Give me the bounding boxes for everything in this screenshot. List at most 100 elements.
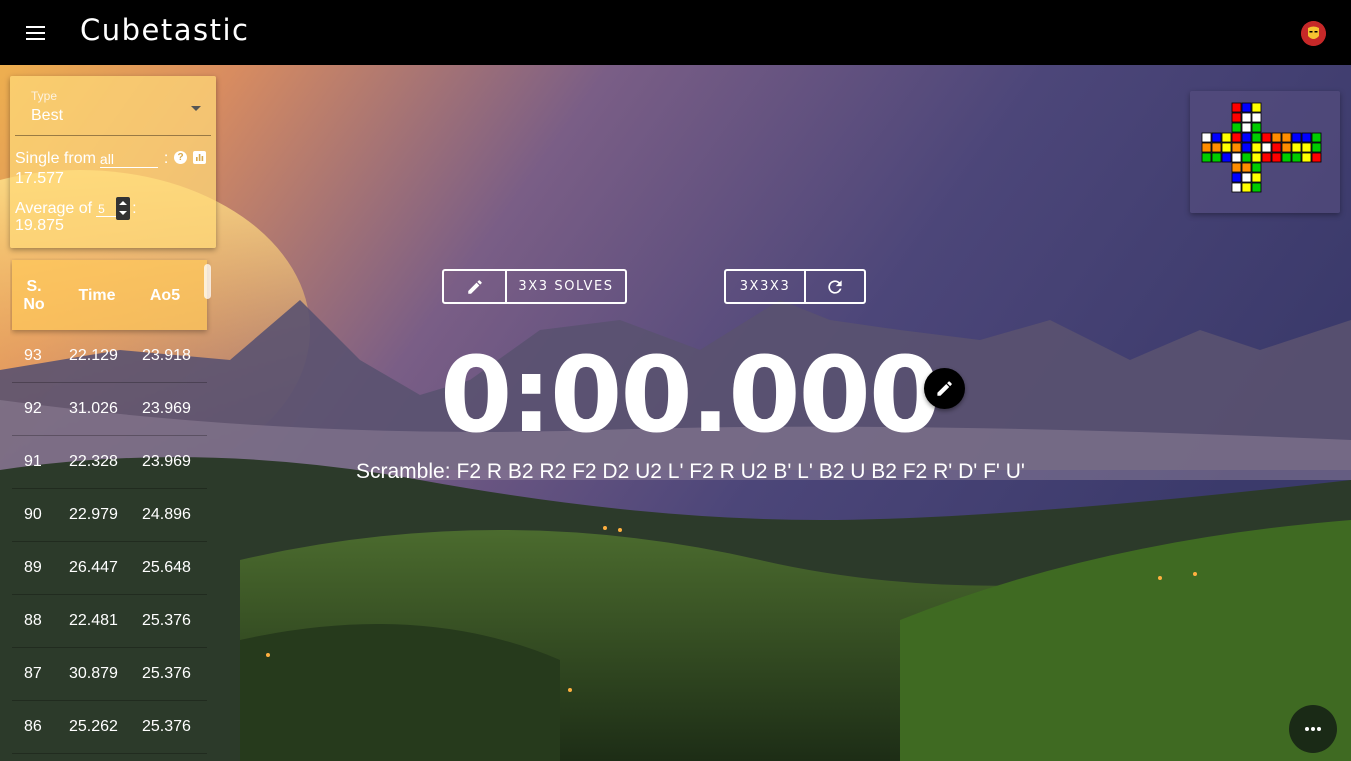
header-sno[interactable]: S. No	[18, 278, 50, 314]
cube-sticker-u	[1231, 102, 1242, 113]
avatar[interactable]	[1301, 21, 1326, 46]
cube-sticker-f	[1231, 152, 1242, 163]
cell-ao5: 23.969	[142, 453, 191, 470]
cube-sticker-u	[1231, 112, 1242, 123]
average-label: Average of	[15, 199, 93, 217]
refresh-icon	[828, 279, 842, 294]
cell-ao5: 25.376	[142, 612, 191, 629]
cube-sticker-l	[1201, 142, 1212, 153]
average-best-value: 19.875	[15, 217, 64, 234]
average-count-input[interactable]: 5	[96, 201, 117, 217]
help-circle-icon[interactable]: ?	[174, 151, 187, 164]
cube-sticker-l	[1221, 152, 1232, 163]
cube-sticker-b	[1301, 152, 1312, 163]
cube-sticker-d	[1251, 172, 1262, 183]
cube-sticker-r	[1281, 132, 1292, 143]
table-row[interactable]: 91 22.328 23.969	[12, 436, 207, 489]
cell-time: 22.328	[69, 453, 118, 470]
cube-sticker-f	[1251, 142, 1262, 153]
type-label: Type	[31, 89, 58, 103]
cell-ao5: 23.969	[142, 400, 191, 417]
cube-sticker-u	[1251, 112, 1262, 123]
cube-sticker-u	[1251, 102, 1262, 113]
cell-time: 31.026	[69, 400, 118, 417]
cell-time: 22.481	[69, 612, 118, 629]
cube-sticker-b	[1291, 152, 1302, 163]
average-count-stepper[interactable]	[116, 197, 131, 220]
puzzle-type-button[interactable]: 3X3X3	[726, 271, 804, 302]
table-scrollbar[interactable]	[204, 264, 211, 299]
cube-sticker-r	[1271, 152, 1282, 163]
table-row[interactable]: 92 31.026 23.969	[12, 383, 207, 436]
table-row[interactable]: 90 22.979 24.896	[12, 489, 207, 542]
edit-time-button[interactable]	[924, 368, 965, 409]
cube-sticker-u	[1241, 102, 1252, 113]
cube-sticker-b	[1301, 132, 1312, 143]
table-body: 93 22.129 23.918 92 31.026 23.969 91 22.328 23…	[12, 330, 207, 754]
cube-net	[1201, 102, 1322, 193]
app-bar: Cubetastic	[0, 0, 1351, 65]
cube-sticker-f	[1251, 152, 1262, 163]
cell-time: 22.979	[69, 506, 118, 523]
pencil-icon	[467, 279, 482, 294]
type-select[interactable]: Best	[31, 107, 63, 125]
edit-session-button[interactable]	[444, 271, 505, 302]
more-options-button[interactable]	[1289, 705, 1337, 753]
table-row[interactable]: 93 22.129 23.918	[12, 330, 207, 383]
cube-sticker-f	[1241, 132, 1252, 143]
scramble-moves: F2 R B2 R2 F2 D2 U2 L' F2 R U2 B' L' B2 …	[456, 460, 1025, 483]
cube-sticker-u	[1241, 122, 1252, 133]
scramble-label: Scramble:	[356, 460, 451, 483]
menu-icon[interactable]	[22, 22, 50, 44]
cube-sticker-d	[1241, 172, 1252, 183]
table-row[interactable]: 88 22.481 25.376	[12, 595, 207, 648]
cell-ao5: 24.896	[142, 506, 191, 523]
cube-sticker-b	[1311, 142, 1322, 153]
cell-ao5: 25.376	[142, 665, 191, 682]
cube-sticker-u	[1231, 122, 1242, 133]
pencil-icon	[937, 381, 952, 396]
cube-sticker-r	[1261, 142, 1272, 153]
cube-sticker-l	[1201, 132, 1212, 143]
cube-sticker-f	[1231, 132, 1242, 143]
puzzle-controls: 3X3X3	[724, 269, 866, 304]
session-button[interactable]: 3X3 SOLVES	[505, 271, 625, 302]
cube-sticker-f	[1241, 142, 1252, 153]
table-row[interactable]: 87 30.879 25.376	[12, 648, 207, 701]
single-colon: :	[163, 150, 169, 167]
cube-sticker-b	[1311, 152, 1322, 163]
timer-display[interactable]: 0:00.000	[440, 335, 941, 455]
average-colon: :	[132, 199, 137, 217]
cube-sticker-l	[1221, 132, 1232, 143]
cell-time: 30.879	[69, 665, 118, 682]
cube-sticker-f	[1231, 142, 1242, 153]
cube-sticker-r	[1261, 152, 1272, 163]
header-ao5[interactable]: Ao5	[140, 287, 190, 305]
cube-sticker-l	[1221, 142, 1232, 153]
header-time[interactable]: Time	[67, 287, 127, 305]
cube-sticker-l	[1201, 152, 1212, 163]
cell-sno: 86	[24, 718, 42, 735]
cell-sno: 90	[24, 506, 42, 523]
cell-time: 25.262	[69, 718, 118, 735]
cube-sticker-b	[1291, 142, 1302, 153]
table-header: S. No Time Ao5	[12, 260, 207, 330]
single-best-value: 17.577	[15, 170, 64, 187]
single-scope-select[interactable]: all	[99, 150, 158, 168]
cell-time: 22.129	[69, 347, 118, 364]
new-scramble-button[interactable]	[804, 271, 864, 302]
cell-sno: 89	[24, 559, 42, 576]
cube-sticker-r	[1261, 132, 1272, 143]
cube-sticker-l	[1211, 132, 1222, 143]
chart-icon[interactable]	[193, 151, 206, 164]
cube-sticker-b	[1301, 142, 1312, 153]
cube-sticker-r	[1271, 142, 1282, 153]
scramble-preview	[1190, 91, 1340, 213]
single-label: Single from	[15, 150, 96, 167]
cube-sticker-u	[1241, 112, 1252, 123]
chevron-down-icon[interactable]	[191, 106, 201, 111]
cell-time: 26.447	[69, 559, 118, 576]
cell-sno: 87	[24, 665, 42, 682]
table-row[interactable]: 86 25.262 25.376	[12, 701, 207, 754]
table-row[interactable]: 89 26.447 25.648	[12, 542, 207, 595]
